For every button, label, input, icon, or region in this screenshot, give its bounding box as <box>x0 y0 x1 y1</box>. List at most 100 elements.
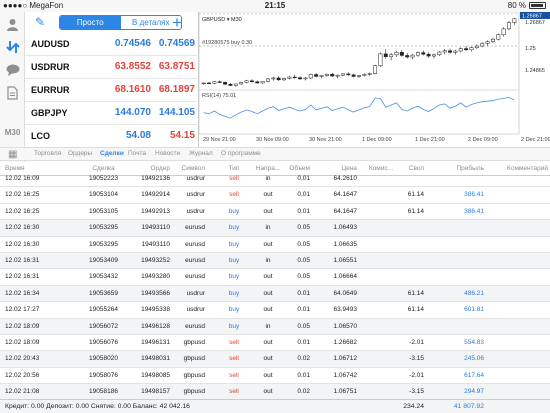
quote-ask[interactable]: 144.105 <box>153 107 195 118</box>
time-axis-label: 1 Dec 21:00 <box>415 137 445 143</box>
table-row[interactable]: 12.02 20:43 19058020 19498031 gbpusd sell out… <box>0 351 550 368</box>
cell-order: 19493252 <box>141 257 170 264</box>
chart-symbol-label[interactable]: GBPUSD ▾ M30 <box>202 17 242 23</box>
quote-symbol: AUDUSD <box>31 39 70 49</box>
candle-body <box>389 54 394 57</box>
timeframe-label[interactable]: M30 <box>0 128 25 137</box>
candle-body <box>207 82 211 85</box>
price-chart[interactable]: GBPUSD ▾ M30 #19280575 buy 0.30 RSI(14) 75… <box>198 12 550 147</box>
candle-body <box>373 65 378 74</box>
price-axis-label: 1.25 <box>525 46 536 52</box>
candle-body <box>335 74 340 77</box>
cell-price: 1.06751 <box>333 388 358 396</box>
candle-body <box>469 47 474 51</box>
cell-swap: 61.14 <box>407 207 424 215</box>
chat-icon[interactable] <box>4 61 21 78</box>
price-axis-label: 1.24865 <box>525 68 545 74</box>
cell-deal: 19058186 <box>89 388 118 396</box>
tab-4[interactable]: Новости <box>155 150 180 157</box>
cell-order: 19492136 <box>141 175 170 182</box>
time-axis-label: 1 Dec 09:00 <box>362 137 392 143</box>
rsi-label: RSI(14) 75.01 <box>202 93 236 99</box>
balance-summary: Кредит: 0.00 Депозит: 0.00 Снятие: 0.00 … <box>5 403 190 410</box>
table-row[interactable]: 12.02 18:09 19056076 19496131 gbpusd sell out… <box>0 335 550 352</box>
quote-bid[interactable]: 63.8552 <box>97 61 151 72</box>
table-row[interactable]: 12.02 16:31 19053409 19493252 eurusd buy in 0.… <box>0 253 550 270</box>
table-row[interactable]: 12.02 20:56 19058076 19498085 gbpusd sell out… <box>0 368 550 385</box>
trade-line-label: #19280575 buy 0.30 <box>202 40 252 46</box>
cell-order: 19492914 <box>141 191 170 199</box>
cell-profit: 386.41 <box>464 191 484 199</box>
cell-type: sell <box>229 339 239 346</box>
quotes-panel: ✎ Просто В деталях + AUDUSD 0.74546 0.7456… <box>25 12 197 148</box>
current-price-label: 1.26867 <box>522 14 542 20</box>
cell-type: buy <box>228 273 240 281</box>
candle-body <box>394 52 399 56</box>
add-symbol-icon[interactable]: + <box>172 13 182 33</box>
candle-body <box>244 80 249 83</box>
cell-price: 1.06635 <box>333 240 358 248</box>
battery-percent: 80 % <box>507 1 526 10</box>
quotes-arrows-icon[interactable] <box>4 38 21 55</box>
tab-1[interactable]: Ордеры <box>68 150 92 157</box>
edit-pencil-icon[interactable]: ✎ <box>35 15 45 29</box>
candle-body <box>265 78 270 82</box>
quote-row[interactable]: AUDUSD 0.74546 0.74569 <box>25 33 197 56</box>
table-row[interactable]: 12.02 16:09 19052223 19492136 usdrur sell in 0… <box>0 171 550 188</box>
tab-2[interactable]: Сделки <box>100 150 124 157</box>
table-row[interactable]: 12.02 16:34 19053659 19493566 usdrur buy out 0… <box>0 285 550 303</box>
candle-body <box>228 83 233 86</box>
battery-icon <box>529 2 546 9</box>
cell-time: 12.02 20:43 <box>5 355 40 363</box>
cell-type: buy <box>228 240 240 248</box>
tab-0[interactable]: Торговля <box>34 150 61 157</box>
candle-body <box>330 73 335 77</box>
table-row[interactable]: 12.02 18:09 19056072 19496128 eurusd buy in 0.… <box>0 318 550 335</box>
quote-ask[interactable]: 54.15 <box>153 130 195 141</box>
tab-6[interactable]: О программе <box>221 150 261 157</box>
quote-ask[interactable]: 0.74569 <box>153 38 195 49</box>
table-row[interactable]: 12.02 16:25 19053105 19492913 usdrur buy out 0… <box>0 204 550 221</box>
cell-price: 1.06570 <box>333 322 358 330</box>
quote-ask[interactable]: 68.1897 <box>153 84 195 95</box>
candle-body <box>512 18 517 23</box>
table-row[interactable]: 12.02 17:27 19055264 19495338 usdrur buy out 0… <box>0 302 550 319</box>
quote-row[interactable]: GBPJPY 144.070 144.105 <box>25 102 197 125</box>
table-row[interactable]: 12.02 16:25 19053104 19492914 usdrur sell out… <box>0 187 550 204</box>
quote-row[interactable]: EURRUR 68.1610 68.1897 <box>25 79 197 102</box>
candle-body <box>249 80 254 82</box>
cell-time: 12.02 16:34 <box>5 289 40 297</box>
cell-profit: 617.64 <box>464 371 484 379</box>
calendar-icon[interactable]: ▦ <box>8 149 17 160</box>
cell-symbol: eurusd <box>185 257 205 264</box>
quote-bid[interactable]: 54.08 <box>97 130 151 141</box>
quote-bid[interactable]: 144.070 <box>97 107 151 118</box>
cell-time: 12.02 16:31 <box>5 273 40 281</box>
candle-body <box>432 54 436 57</box>
cell-deal: 19055264 <box>89 306 118 314</box>
mode-simple-button[interactable]: Просто <box>60 16 121 29</box>
table-row[interactable]: 12.02 16:30 19053295 19493110 eurusd buy in 0.… <box>0 220 550 237</box>
cell-order: 19493280 <box>141 273 170 281</box>
cell-symbol: eurusd <box>185 224 205 232</box>
tab-3[interactable]: Почта <box>128 150 146 157</box>
quote-bid[interactable]: 0.74546 <box>97 38 151 49</box>
quotes-mode-switch[interactable]: Просто В деталях <box>59 15 182 30</box>
quote-bid[interactable]: 68.1610 <box>97 84 151 95</box>
user-icon[interactable] <box>4 16 21 33</box>
rsi-line <box>203 96 515 119</box>
table-row[interactable]: 12.02 16:30 19053295 19493110 eurusd buy out 0… <box>0 237 550 253</box>
time-axis-label: 30 Nov 09:00 <box>256 137 289 143</box>
document-icon[interactable] <box>4 84 21 101</box>
tab-5[interactable]: Журнал <box>189 150 213 157</box>
cell-symbol: gbpusd <box>183 388 205 396</box>
cell-deal: 19058076 <box>89 371 118 379</box>
cell-time: 12.02 20:56 <box>5 371 40 379</box>
price-axis-label: 1.26867 <box>525 20 545 26</box>
chart-canvas[interactable]: GBPUSD ▾ M30 #19280575 buy 0.30 RSI(14) 75… <box>199 12 550 147</box>
table-row[interactable]: 12.02 16:31 19053432 19493280 eurusd buy out 0… <box>0 269 550 286</box>
quote-ask[interactable]: 63.8751 <box>153 61 195 72</box>
quote-row[interactable]: USDRUR 63.8552 63.8751 <box>25 56 197 79</box>
quote-row[interactable]: LCO 54.08 54.15 <box>25 125 197 148</box>
cell-swap: 61.14 <box>407 191 424 199</box>
